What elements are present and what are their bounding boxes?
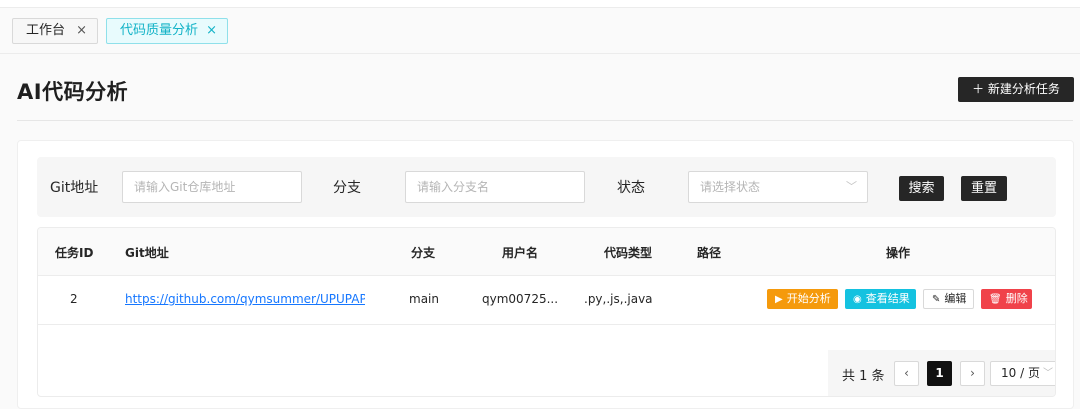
page-title: AI代码分析 (17, 80, 129, 104)
page-size-select[interactable]: 10 / 页 ﹀ (990, 361, 1055, 386)
git-label: Git地址 (50, 180, 99, 196)
play-icon: ▶ (775, 294, 783, 305)
filter-bar: Git地址 请输入Git仓库地址 分支 请输入分支名 状态 请选择状态 ﹀ 搜索… (37, 157, 1056, 217)
prev-page-button[interactable]: ‹ (894, 361, 919, 386)
cell-type: .py,.js,.java (584, 292, 653, 306)
status-select[interactable]: 请选择状态 ﹀ (688, 171, 868, 203)
eye-icon: ◉ (853, 294, 862, 305)
tab-label: 代码质量分析 (120, 23, 199, 38)
col-id: 任务ID (55, 246, 94, 260)
cell-id: 2 (70, 292, 78, 306)
next-page-button[interactable]: › (960, 361, 985, 386)
search-button[interactable]: 搜索 (899, 176, 944, 201)
tab-workbench[interactable]: 工作台 × (12, 18, 98, 44)
pagination: 共 1 条 ‹ 1 › 10 / 页 ﹀ (828, 350, 1055, 396)
top-bar (0, 0, 1080, 8)
delete-label: 删除 (1005, 292, 1028, 305)
cell-user: qym00725... (482, 292, 559, 306)
new-task-button[interactable]: ＋ 新建分析任务 (958, 77, 1074, 102)
divider (17, 120, 1073, 121)
close-icon[interactable]: × (76, 19, 87, 43)
delete-button[interactable]: 🗑 删除 (981, 289, 1032, 309)
pencil-icon: ✎ (932, 294, 941, 305)
branch-label: 分支 (333, 180, 361, 196)
col-type: 代码类型 (604, 246, 653, 260)
tab-bar: 工作台 × 代码质量分析 × (0, 9, 1080, 54)
col-user: 用户名 (502, 246, 539, 260)
content-card: Git地址 请输入Git仓库地址 分支 请输入分支名 状态 请选择状态 ﹀ 搜索… (17, 140, 1074, 409)
table-header: 任务ID Git地址 分支 用户名 代码类型 路径 操作 (38, 228, 1055, 276)
start-analysis-button[interactable]: ▶ 开始分析 (767, 289, 838, 309)
col-path: 路径 (697, 246, 722, 260)
branch-input[interactable]: 请输入分支名 (405, 171, 585, 203)
chevron-down-icon: ﹀ (1043, 368, 1053, 379)
edit-label: 编辑 (944, 292, 967, 305)
tab-label: 工作台 (26, 23, 66, 38)
chevron-down-icon: ﹀ (846, 180, 857, 193)
table-row: 2 https://github.com/qymsummer/UPUPAPI m… (38, 276, 1055, 325)
page-size-label: 10 / 页 (1001, 366, 1040, 380)
edit-button[interactable]: ✎ 编辑 (923, 289, 974, 309)
trash-icon: 🗑 (989, 294, 1002, 305)
view-result-button[interactable]: ◉ 查看结果 (845, 289, 916, 309)
git-url-input[interactable]: 请输入Git仓库地址 (122, 171, 302, 203)
task-table: 任务ID Git地址 分支 用户名 代码类型 路径 操作 2 https://g… (37, 227, 1056, 397)
status-placeholder: 请选择状态 (700, 180, 761, 194)
view-label: 查看结果 (865, 292, 910, 305)
status-label: 状态 (617, 180, 645, 196)
col-branch: 分支 (411, 246, 436, 260)
reset-button[interactable]: 重置 (961, 176, 1007, 201)
cell-git-link[interactable]: https://github.com/qymsummer/UPUPAPI (125, 292, 365, 306)
col-ops: 操作 (886, 246, 911, 260)
page-1-button[interactable]: 1 (927, 361, 952, 386)
cell-branch: main (409, 292, 439, 306)
close-icon[interactable]: × (206, 19, 217, 43)
tab-code-quality[interactable]: 代码质量分析 × (106, 18, 228, 44)
total-count: 共 1 条 (842, 369, 885, 384)
start-label: 开始分析 (786, 292, 831, 305)
col-git: Git地址 (125, 246, 169, 260)
